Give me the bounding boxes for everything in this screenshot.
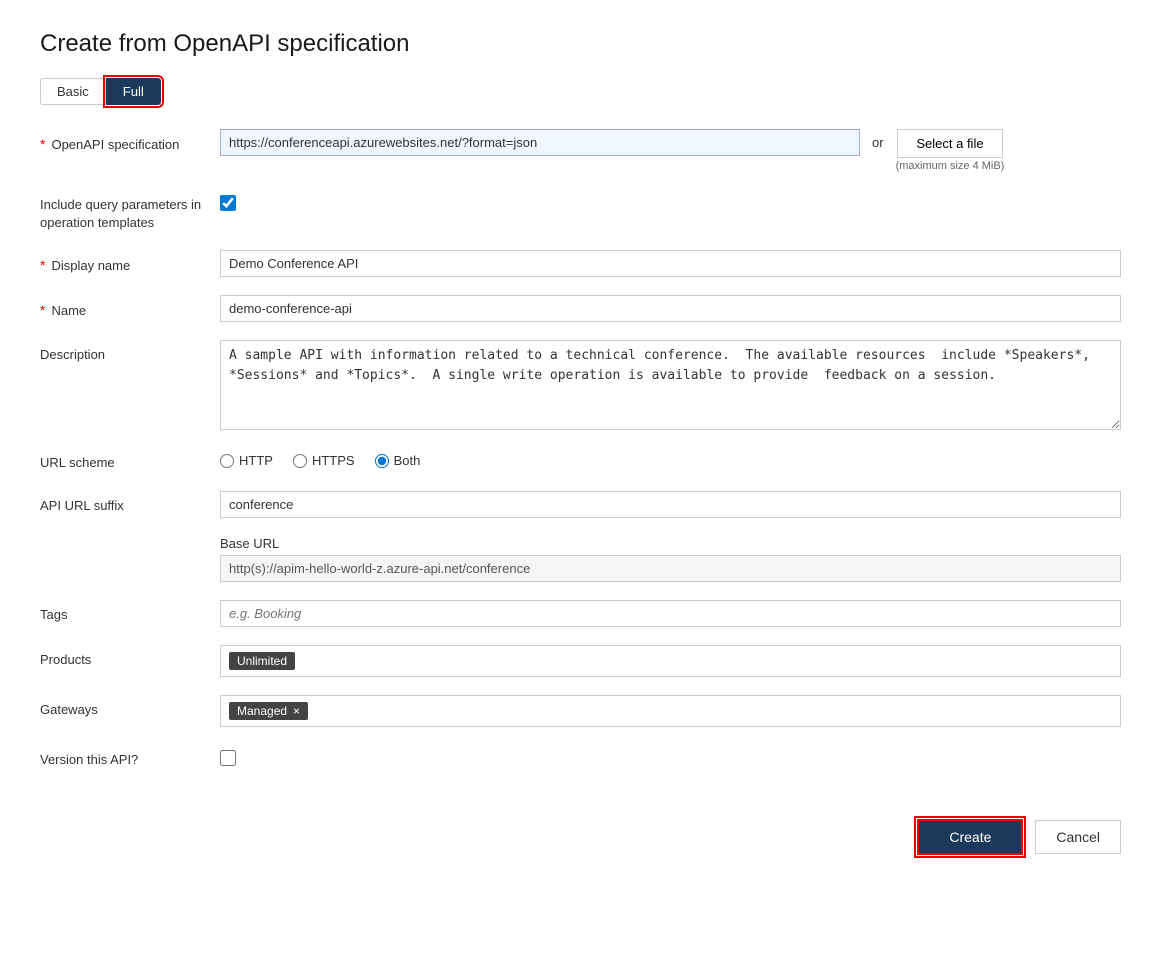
- file-hint: (maximum size 4 MiB): [896, 160, 1005, 172]
- api-url-suffix-control: [220, 491, 1121, 518]
- tab-basic[interactable]: Basic: [40, 78, 106, 105]
- base-url-section: Base URL: [220, 536, 1121, 582]
- name-input[interactable]: [220, 295, 1121, 322]
- base-url-label: Base URL: [220, 536, 1121, 551]
- required-star: *: [40, 136, 45, 152]
- openapi-spec-input[interactable]: [220, 129, 860, 156]
- products-label: Products: [40, 645, 220, 669]
- base-url-row: Base URL: [40, 536, 1121, 582]
- description-control: [220, 340, 1121, 430]
- gateways-field[interactable]: Managed ×: [220, 695, 1121, 727]
- description-textarea[interactable]: [220, 340, 1121, 430]
- radio-http[interactable]: HTTP: [220, 453, 273, 468]
- or-label: or: [872, 129, 884, 150]
- include-query-label: Include query parameters in operation te…: [40, 190, 220, 232]
- version-row: Version this API?: [40, 745, 1121, 769]
- name-label: *Name: [40, 295, 220, 321]
- gateways-control: Managed ×: [220, 695, 1121, 727]
- base-url-control: Base URL: [220, 536, 1121, 582]
- products-control: Unlimited: [220, 645, 1121, 677]
- gateways-label: Gateways: [40, 695, 220, 719]
- base-url-input: [220, 555, 1121, 582]
- version-checkbox[interactable]: [220, 750, 236, 766]
- include-query-control: [220, 190, 1121, 211]
- radio-http-input[interactable]: [220, 454, 234, 468]
- products-field[interactable]: Unlimited: [220, 645, 1121, 677]
- managed-chip: Managed ×: [229, 702, 308, 720]
- tab-full[interactable]: Full: [106, 78, 161, 105]
- select-file-wrap: Select a file (maximum size 4 MiB): [896, 129, 1005, 172]
- version-label: Version this API?: [40, 745, 220, 769]
- tags-control: [220, 600, 1121, 627]
- openapi-spec-label: *OpenAPI specification: [40, 129, 220, 155]
- display-name-row: *Display name: [40, 250, 1121, 277]
- api-url-suffix-row: API URL suffix: [40, 491, 1121, 518]
- radio-both-input[interactable]: [375, 454, 389, 468]
- description-row: Description: [40, 340, 1121, 430]
- required-star-3: *: [40, 302, 45, 318]
- managed-chip-close[interactable]: ×: [293, 704, 300, 718]
- form-body: *OpenAPI specification or Select a file …: [40, 129, 1121, 855]
- include-query-checkbox[interactable]: [220, 195, 236, 211]
- description-label: Description: [40, 340, 220, 364]
- required-star-2: *: [40, 257, 45, 273]
- gateways-row: Gateways Managed ×: [40, 695, 1121, 727]
- api-url-suffix-input[interactable]: [220, 491, 1121, 518]
- base-url-spacer: [40, 536, 220, 542]
- url-scheme-control: HTTP HTTPS Both: [220, 448, 1121, 468]
- footer-row: Create Cancel: [40, 799, 1121, 855]
- version-control: [220, 745, 1121, 766]
- cancel-button[interactable]: Cancel: [1035, 820, 1121, 854]
- products-row: Products Unlimited: [40, 645, 1121, 677]
- openapi-spec-control: or Select a file (maximum size 4 MiB): [220, 129, 1121, 172]
- radio-https[interactable]: HTTPS: [293, 453, 355, 468]
- tags-label: Tags: [40, 600, 220, 624]
- url-scheme-label: URL scheme: [40, 448, 220, 472]
- radio-both[interactable]: Both: [375, 453, 421, 468]
- tab-row: Basic Full: [40, 78, 1121, 105]
- select-file-button[interactable]: Select a file: [897, 129, 1002, 158]
- url-scheme-row: URL scheme HTTP HTTPS Both: [40, 448, 1121, 472]
- radio-https-input[interactable]: [293, 454, 307, 468]
- api-url-suffix-label: API URL suffix: [40, 491, 220, 515]
- openapi-spec-row: *OpenAPI specification or Select a file …: [40, 129, 1121, 172]
- tags-input[interactable]: [220, 600, 1121, 627]
- create-button[interactable]: Create: [917, 819, 1023, 855]
- display-name-input[interactable]: [220, 250, 1121, 277]
- include-query-row: Include query parameters in operation te…: [40, 190, 1121, 232]
- display-name-control: [220, 250, 1121, 277]
- name-control: [220, 295, 1121, 322]
- unlimited-chip-label: Unlimited: [237, 654, 287, 668]
- display-name-label: *Display name: [40, 250, 220, 276]
- name-row: *Name: [40, 295, 1121, 322]
- url-scheme-radio-group: HTTP HTTPS Both: [220, 448, 420, 468]
- managed-chip-label: Managed: [237, 704, 287, 718]
- unlimited-chip: Unlimited: [229, 652, 295, 670]
- page-title: Create from OpenAPI specification: [40, 30, 1121, 58]
- tags-row: Tags: [40, 600, 1121, 627]
